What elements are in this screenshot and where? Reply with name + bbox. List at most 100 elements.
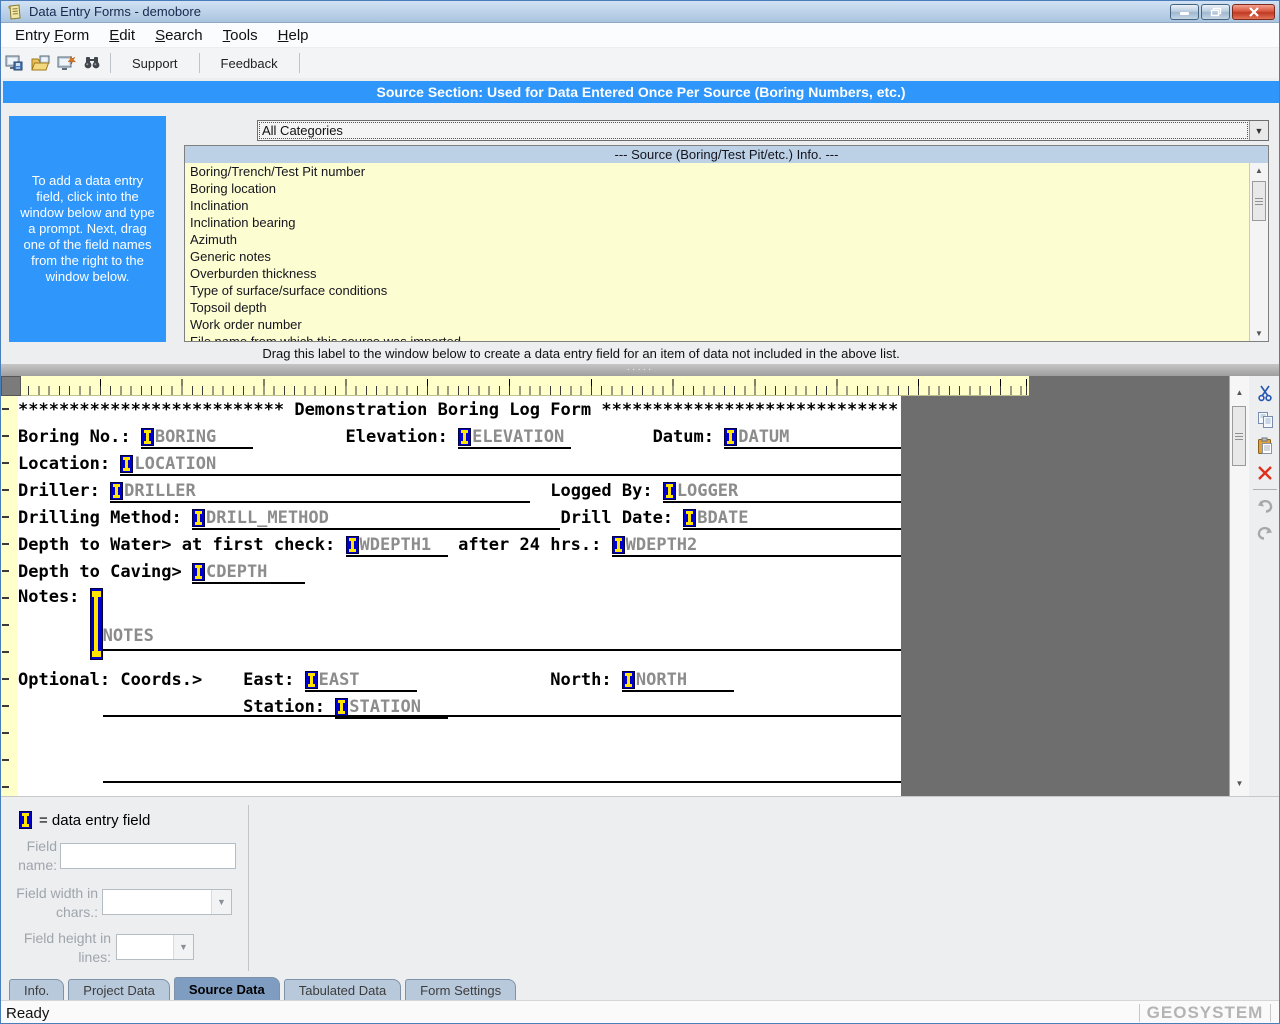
legend: = data entry field	[19, 811, 150, 829]
list-item[interactable]: Type of surface/surface conditions	[190, 282, 1249, 299]
field-width-combobox[interactable]: ▼	[102, 889, 232, 915]
field-height-combobox[interactable]: ▼	[116, 934, 194, 960]
field-name-input[interactable]	[60, 843, 236, 869]
splitter-bar[interactable]: ·····	[1, 364, 1279, 376]
spacer	[571, 449, 653, 450]
menu-mnemonic: F	[54, 27, 63, 44]
form-label: Logged By:	[550, 479, 663, 504]
label-line: Field	[1, 837, 57, 856]
list-item[interactable]: File name from which this source was imp…	[190, 333, 1249, 341]
menu-text: dit	[119, 27, 135, 44]
field-north[interactable]: NORTH	[622, 669, 735, 692]
menu-edit[interactable]: Edit	[99, 24, 145, 47]
cut-icon[interactable]	[1256, 384, 1274, 402]
scrollbar-thumb[interactable]	[1252, 181, 1266, 221]
field-name: NOTES	[103, 626, 154, 646]
legend-text: = data entry field	[39, 812, 150, 829]
open-form-icon[interactable]	[29, 53, 51, 73]
field-logger[interactable]: LOGGER	[663, 480, 901, 503]
section-header: Source Section: Used for Data Entered On…	[3, 81, 1279, 103]
field-name: BORING	[154, 427, 216, 447]
field-wdepth2[interactable]: WDEPTH2	[612, 534, 901, 557]
field-datum[interactable]: DATUM	[724, 426, 901, 449]
spacer	[417, 692, 550, 693]
menu-help[interactable]: Help	[268, 24, 319, 47]
field-boring[interactable]: BORING	[141, 426, 254, 449]
field-marker-icon	[19, 811, 32, 829]
form-designer: ************************** Demonstration…	[1, 376, 1279, 796]
new-form-icon[interactable]	[55, 53, 77, 73]
list-item[interactable]: Boring/Trench/Test Pit number	[190, 163, 1249, 180]
tab-source-data[interactable]: Source Data	[174, 977, 280, 1000]
menu-text: earch	[165, 27, 203, 44]
list-item[interactable]: Azimuth	[190, 231, 1249, 248]
list-item[interactable]: Work order number	[190, 316, 1249, 333]
scrollbar-thumb[interactable]	[1232, 406, 1246, 466]
chevron-down-icon[interactable]: ▼	[1249, 121, 1268, 140]
form-label: Depth to Water> at first check:	[18, 533, 346, 558]
field-marker-icon	[335, 698, 348, 716]
menu-tools[interactable]: Tools	[213, 24, 268, 47]
list-item[interactable]: Generic notes	[190, 248, 1249, 265]
list-item[interactable]: Inclination	[190, 197, 1249, 214]
scroll-down-icon[interactable]: ▼	[1230, 779, 1249, 788]
undo-icon[interactable]	[1256, 497, 1274, 515]
spacer	[212, 692, 243, 693]
scroll-down-icon[interactable]: ▼	[1250, 329, 1268, 338]
chevron-down-icon[interactable]: ▼	[173, 935, 193, 959]
find-icon[interactable]	[81, 53, 103, 73]
paste-icon[interactable]	[1256, 437, 1274, 455]
tab-project-data[interactable]: Project Data	[68, 979, 170, 1000]
field-name: NORTH	[635, 670, 687, 690]
form-line-driller: Driller: DRILLER Logged By: LOGGER	[18, 477, 901, 504]
strip-divider	[1253, 489, 1277, 490]
form-line-water: Depth to Water> at first check: WDEPTH1 …	[18, 531, 901, 558]
field-name: DATUM	[737, 427, 789, 447]
feedback-button[interactable]: Feedback	[205, 52, 294, 75]
menu-mnemonic: S	[155, 27, 165, 44]
form-label: Location:	[18, 452, 120, 477]
form-label: after 24 hrs.:	[448, 533, 612, 558]
delete-icon[interactable]	[1256, 464, 1274, 482]
field-drill-method[interactable]: DRILL_METHOD	[192, 507, 560, 530]
menu-entry-form[interactable]: Entry Form	[5, 24, 99, 47]
list-item[interactable]: Topsoil depth	[190, 299, 1249, 316]
form-scrollbar[interactable]: ▲ ▼	[1229, 376, 1249, 796]
redo-icon[interactable]	[1256, 524, 1274, 542]
field-notes[interactable]: NOTES	[90, 585, 901, 823]
drag-hint-label[interactable]: Drag this label to the window below to c…	[1, 346, 1161, 361]
field-name-list: --- Source (Boring/Test Pit/etc.) Info. …	[184, 145, 1269, 342]
chevron-down-icon[interactable]: ▼	[211, 890, 231, 914]
scroll-up-icon[interactable]: ▲	[1250, 166, 1268, 175]
list-item[interactable]: Inclination bearing	[190, 214, 1249, 231]
field-wdepth1[interactable]: WDEPTH1	[346, 534, 448, 557]
field-location[interactable]: LOCATION	[120, 453, 901, 476]
close-button[interactable]	[1232, 4, 1275, 20]
brand-logo: GEOSYSTEM	[1140, 1003, 1270, 1023]
field-elevation[interactable]: ELEVATION	[458, 426, 571, 449]
field-station[interactable]: STATION	[335, 696, 448, 719]
notes-row	[103, 691, 901, 717]
list-item[interactable]: Overburden thickness	[190, 265, 1249, 282]
form-canvas[interactable]: ************************** Demonstration…	[18, 396, 901, 796]
tab-form-settings[interactable]: Form Settings	[405, 979, 516, 1000]
scroll-up-icon[interactable]: ▲	[1230, 388, 1249, 397]
list-item[interactable]: Boring location	[190, 180, 1249, 197]
save-form-icon[interactable]	[3, 53, 25, 73]
field-east[interactable]: EAST	[305, 669, 418, 692]
minimize-button[interactable]	[1170, 4, 1199, 20]
field-cdepth[interactable]: CDEPTH	[192, 561, 305, 584]
category-combobox[interactable]: All Categories ▼	[257, 120, 1269, 141]
copy-icon[interactable]	[1256, 411, 1274, 429]
form-line-location: Location: LOCATION	[18, 450, 901, 477]
field-driller[interactable]: DRILLER	[110, 480, 530, 503]
menu-text: orm	[63, 27, 89, 44]
maximize-button[interactable]	[1201, 4, 1230, 20]
tab-info[interactable]: Info.	[9, 979, 64, 1000]
menu-search[interactable]: Search	[145, 24, 213, 47]
tab-tabulated-data[interactable]: Tabulated Data	[284, 979, 401, 1000]
support-button[interactable]: Support	[116, 52, 194, 75]
menu-text: Entry	[15, 27, 54, 44]
field-bdate[interactable]: BDATE	[683, 507, 901, 530]
list-scrollbar[interactable]: ▲ ▼	[1249, 163, 1268, 341]
